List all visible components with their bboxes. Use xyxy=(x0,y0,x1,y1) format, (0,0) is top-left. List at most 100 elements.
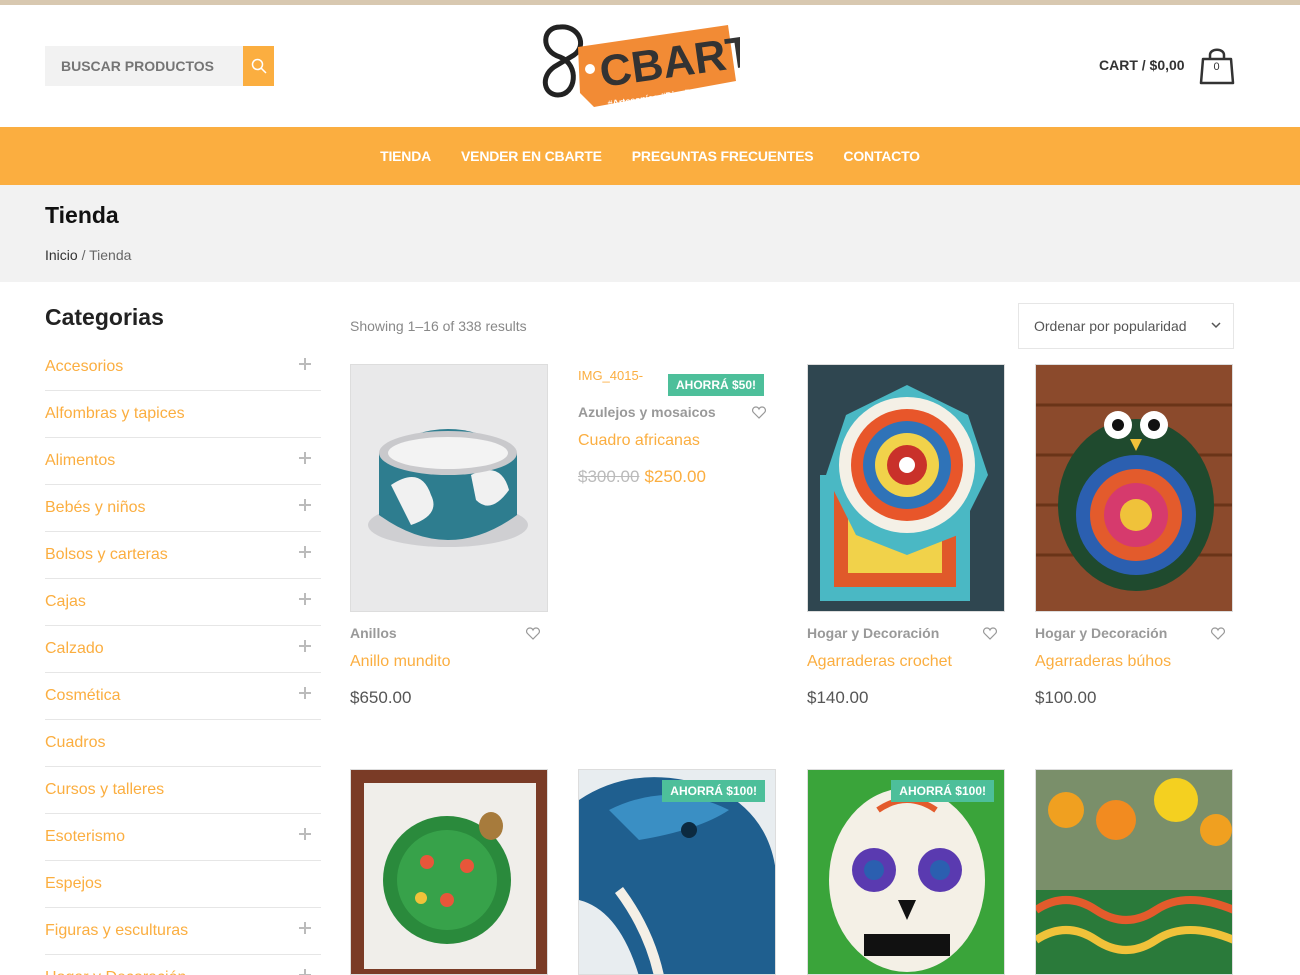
product-old-price: $300.00 xyxy=(578,467,640,486)
breadcrumb-home[interactable]: Inicio xyxy=(45,247,78,263)
category-item[interactable]: Hogar y Decoración xyxy=(45,955,321,975)
product-sale-price: $250.00 xyxy=(644,467,706,486)
expand-plus-icon[interactable] xyxy=(299,593,311,605)
category-sidebar: Categorias Accesorios Alfombras y tapices… xyxy=(45,300,321,975)
shopping-bag-icon[interactable]: 0 xyxy=(1199,45,1235,85)
category-label[interactable]: Bolsos y carteras xyxy=(45,546,168,564)
nav-item-tienda[interactable]: TIENDA xyxy=(380,148,431,164)
product-price: $300.00 $250.00 xyxy=(578,467,776,487)
category-item[interactable]: Alfombras y tapices xyxy=(45,391,321,438)
ordering-select[interactable]: Ordenar por popularidad xyxy=(1018,303,1234,349)
product-card[interactable]: Hogar y Decoración Agarraderas crochet $… xyxy=(807,364,1005,708)
category-item[interactable]: Cursos y talleres xyxy=(45,767,321,814)
expand-plus-icon[interactable] xyxy=(299,922,311,934)
search-button[interactable] xyxy=(243,46,274,86)
sale-badge: AHORRÁ $100! xyxy=(891,780,994,802)
product-category[interactable]: Hogar y Decoración xyxy=(1035,625,1167,641)
breadcrumb: Inicio / Tienda xyxy=(45,247,131,263)
product-price: $650.00 xyxy=(350,688,412,707)
breadcrumb-current: Tienda xyxy=(89,247,132,263)
category-item[interactable]: Espejos xyxy=(45,861,321,908)
expand-plus-icon[interactable] xyxy=(299,828,311,840)
product-image[interactable]: AHORRÁ $100! xyxy=(578,769,776,975)
search-input[interactable] xyxy=(45,46,243,86)
category-label[interactable]: Alimentos xyxy=(45,452,115,470)
page-header: Tienda Inicio / Tienda xyxy=(0,185,1300,282)
expand-plus-icon[interactable] xyxy=(299,687,311,699)
product-name[interactable]: Cuadro africanas xyxy=(578,432,776,450)
result-count: Showing 1–16 of 338 results xyxy=(350,318,527,334)
product-card[interactable]: IMG_4015- AHORRÁ $50! Azulejos y mosaico… xyxy=(578,364,776,487)
product-image[interactable]: AHORRÁ $100! xyxy=(807,769,1005,975)
search-icon xyxy=(251,58,267,74)
product-meta: Hogar y Decoración xyxy=(1035,625,1233,647)
category-label[interactable]: Cosmética xyxy=(45,687,121,705)
main-nav: TIENDA VENDER EN CBARTE PREGUNTAS FRECUE… xyxy=(0,127,1300,185)
category-label[interactable]: Espejos xyxy=(45,875,102,893)
product-card[interactable]: Hogar y Decoración Agarraderas búhos $10… xyxy=(1035,364,1233,708)
product-image-broken[interactable]: IMG_4015- AHORRÁ $50! xyxy=(578,364,776,396)
expand-plus-icon[interactable] xyxy=(299,546,311,558)
category-item[interactable]: Cosmética xyxy=(45,673,321,720)
product-name[interactable]: Agarraderas crochet xyxy=(807,653,1005,671)
sale-badge: AHORRÁ $50! xyxy=(668,374,765,396)
category-label[interactable]: Cursos y talleres xyxy=(45,781,164,799)
category-item[interactable]: Calzado xyxy=(45,626,321,673)
product-name[interactable]: Anillo mundito xyxy=(350,653,548,671)
category-label[interactable]: Calzado xyxy=(45,640,104,658)
site-logo[interactable]: CBARTE #Artesanías #Diseño xyxy=(540,21,785,116)
image-alt-text: IMG_4015- xyxy=(578,368,644,383)
cart-link[interactable]: CART / $0,00 0 xyxy=(1099,44,1235,86)
product-card[interactable] xyxy=(1035,769,1233,975)
category-item[interactable]: Esoterismo xyxy=(45,814,321,861)
product-image[interactable] xyxy=(350,769,548,975)
category-label[interactable]: Figuras y esculturas xyxy=(45,922,188,940)
category-label[interactable]: Alfombras y tapices xyxy=(45,405,185,423)
heart-icon[interactable] xyxy=(752,406,766,419)
product-image[interactable] xyxy=(807,364,1005,612)
category-label[interactable]: Cajas xyxy=(45,593,86,611)
category-label[interactable]: Accesorios xyxy=(45,358,123,376)
category-label[interactable]: Esoterismo xyxy=(45,828,125,846)
product-search xyxy=(45,46,274,86)
page-title: Tienda xyxy=(45,202,119,228)
expand-plus-icon[interactable] xyxy=(299,640,311,652)
heart-icon[interactable] xyxy=(983,627,997,640)
product-image[interactable] xyxy=(1035,769,1233,975)
sale-badge: AHORRÁ $100! xyxy=(662,780,765,802)
nav-item-vender[interactable]: VENDER EN CBARTE xyxy=(461,148,602,164)
product-card[interactable]: Anillos Anillo mundito $650.00 xyxy=(350,364,548,708)
product-name[interactable]: Agarraderas búhos xyxy=(1035,653,1233,671)
expand-plus-icon[interactable] xyxy=(299,969,311,975)
chevron-down-icon xyxy=(1211,322,1221,329)
expand-plus-icon[interactable] xyxy=(299,499,311,511)
category-item[interactable]: Accesorios xyxy=(45,344,321,391)
product-category[interactable]: Anillos xyxy=(350,625,397,641)
product-card[interactable] xyxy=(350,769,548,975)
category-item[interactable]: Cuadros xyxy=(45,720,321,767)
site-header: CBARTE #Artesanías #Diseño CART / $0,00 … xyxy=(0,5,1300,127)
product-meta: Anillos xyxy=(350,625,548,647)
product-category[interactable]: Hogar y Decoración xyxy=(807,625,939,641)
nav-item-contacto[interactable]: CONTACTO xyxy=(843,148,920,164)
category-item[interactable]: Figuras y esculturas xyxy=(45,908,321,955)
product-card[interactable]: AHORRÁ $100! xyxy=(807,769,1005,975)
product-price: $100.00 xyxy=(1035,688,1097,707)
expand-plus-icon[interactable] xyxy=(299,358,311,370)
cart-count: 0 xyxy=(1213,61,1220,73)
product-image[interactable] xyxy=(350,364,548,612)
product-card[interactable]: AHORRÁ $100! xyxy=(578,769,776,975)
category-label[interactable]: Bebés y niños xyxy=(45,499,146,517)
category-label[interactable]: Hogar y Decoración xyxy=(45,969,186,975)
category-item[interactable]: Cajas xyxy=(45,579,321,626)
expand-plus-icon[interactable] xyxy=(299,452,311,464)
nav-item-preguntas[interactable]: PREGUNTAS FRECUENTES xyxy=(632,148,814,164)
category-label[interactable]: Cuadros xyxy=(45,734,105,752)
heart-icon[interactable] xyxy=(526,627,540,640)
product-category[interactable]: Azulejos y mosaicos xyxy=(578,404,716,420)
category-item[interactable]: Bolsos y carteras xyxy=(45,532,321,579)
heart-icon[interactable] xyxy=(1211,627,1225,640)
category-item[interactable]: Bebés y niños xyxy=(45,485,321,532)
category-item[interactable]: Alimentos xyxy=(45,438,321,485)
product-image[interactable] xyxy=(1035,364,1233,612)
